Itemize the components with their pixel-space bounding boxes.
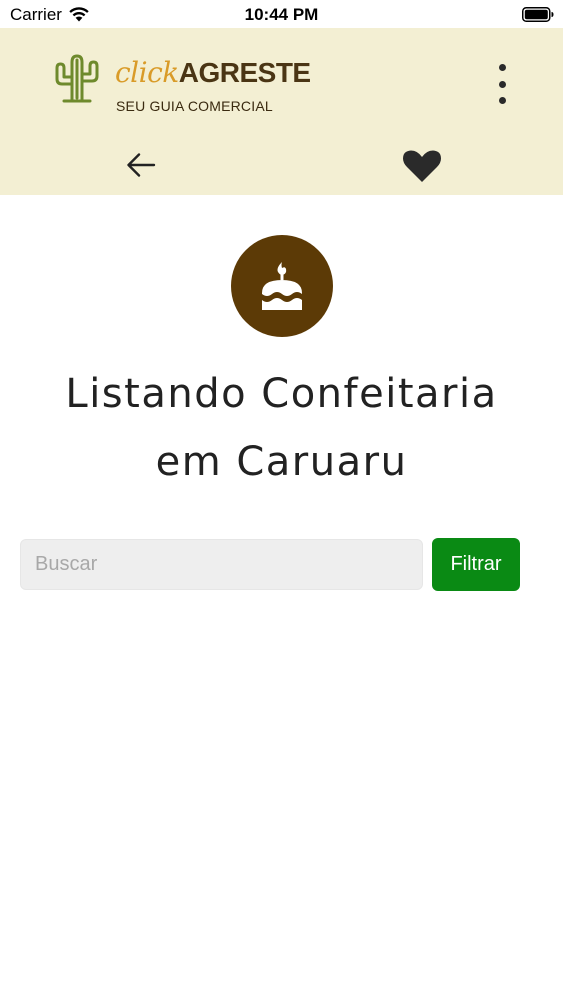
page-title-line-2: em Caruaru [155, 439, 408, 485]
cake-icon [231, 235, 333, 337]
brand-tagline: SEU GUIA COMERCIAL [116, 98, 273, 114]
brand-logo: clickAGRESTE [115, 56, 311, 90]
brand-agreste-text: AGRESTE [178, 57, 311, 88]
status-bar: Carrier 10:44 PM [0, 0, 563, 28]
app-header: clickAGRESTE SEU GUIA COMERCIAL [0, 28, 563, 195]
filter-button[interactable]: Filtrar [432, 538, 520, 591]
status-time: 10:44 PM [244, 5, 319, 24]
page-title: Listando Confeitaria em Caruaru [0, 360, 563, 496]
page-title-line-1: Listando Confeitaria [65, 371, 498, 417]
cactus-icon [55, 54, 99, 103]
brand-click-text: click [115, 56, 179, 89]
battery-icon [522, 7, 554, 22]
search-input[interactable] [20, 539, 423, 590]
arrow-left-icon[interactable] [124, 150, 158, 180]
more-vertical-icon[interactable] [488, 64, 516, 104]
heart-icon[interactable] [402, 148, 442, 184]
